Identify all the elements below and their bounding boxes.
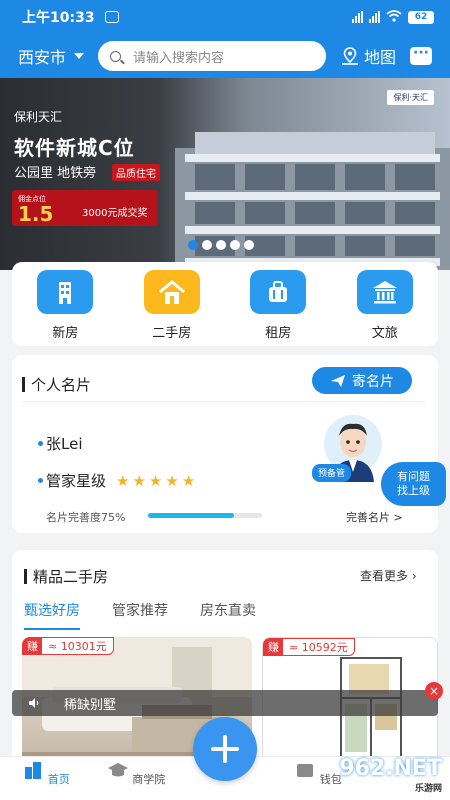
graduation-cap-icon: [107, 763, 128, 777]
progress-bar: [148, 513, 262, 518]
chevron-down-icon: [74, 53, 85, 59]
watermark-main: 962.NET: [339, 756, 442, 781]
ask-superior-button[interactable]: 有问题 找上级: [381, 462, 446, 506]
search-placeholder: 请输入搜索内容: [133, 50, 225, 66]
wifi-icon: [386, 9, 402, 25]
star-rating: ★ ★ ★ ★ ★: [116, 472, 195, 490]
message-icon[interactable]: [410, 45, 433, 65]
category-label: 文旅: [371, 326, 398, 341]
tab-home[interactable]: 首页: [16, 759, 76, 787]
category-second-hand[interactable]: 二手房: [132, 270, 212, 346]
banner-tag: 品质住宅: [112, 164, 160, 181]
toast-text: 稀缺别墅: [64, 697, 117, 713]
bullet-icon: [38, 478, 43, 483]
divider: [22, 401, 426, 402]
watermark: 962.NET 乐游网: [339, 756, 442, 794]
wallet-icon: [297, 764, 314, 777]
city-label: 西安市: [18, 48, 67, 67]
tab-academy[interactable]: 商学院: [106, 759, 166, 787]
clock: 上午10:33: [22, 10, 95, 26]
reserve-badge: 预备管: [312, 464, 352, 482]
carousel-dot[interactable]: [216, 240, 226, 250]
carousel-dot[interactable]: [188, 240, 198, 250]
star-icon: ★: [132, 471, 146, 490]
card-title: 个人名片: [22, 374, 91, 395]
carousel-dot[interactable]: [230, 240, 240, 250]
category-label: 租房: [265, 326, 292, 341]
map-pin-icon: [342, 47, 359, 65]
progress-label: 名片完善度75%: [46, 511, 126, 524]
watermark-sub: 乐游网: [414, 784, 442, 794]
tab-agent-recommend[interactable]: 管家推荐: [112, 600, 168, 630]
category-rent[interactable]: 租房: [238, 270, 318, 346]
battery-indicator: 62: [408, 10, 434, 24]
see-more-label: 查看更多: [360, 569, 409, 583]
listings-title: 精品二手房: [24, 566, 108, 587]
ask-line1: 有问题: [397, 470, 430, 483]
complete-card-link[interactable]: 完善名片 >: [346, 509, 403, 525]
price-value: ≈ 10592元: [289, 641, 348, 654]
promo-big: 1.5: [18, 202, 54, 226]
home-icon: [25, 762, 42, 779]
bullet-icon: [38, 441, 43, 446]
earn-tag: 赚: [264, 639, 283, 655]
category-grid: 新房 二手房 租房 文旅: [12, 262, 438, 346]
see-more-link[interactable]: 查看更多 ›: [360, 567, 417, 584]
send-card-label: 寄名片: [352, 373, 394, 390]
card-name: 张Lei: [46, 435, 83, 453]
progress-fill: [148, 513, 234, 518]
search-icon: [110, 50, 122, 62]
send-card-button[interactable]: 寄名片: [312, 367, 412, 394]
price-badge: 赚 ≈ 10592元: [263, 638, 355, 656]
carousel-dots[interactable]: [188, 240, 254, 250]
banner-logo: 保利·天汇: [387, 90, 434, 105]
star-icon: ★: [181, 471, 196, 490]
chevron-right-icon: ›: [411, 569, 417, 583]
star-icon: ★: [148, 471, 163, 490]
city-selector[interactable]: 西安市: [18, 44, 85, 68]
notification-icon: [104, 11, 119, 23]
category-label: 新房: [52, 326, 79, 341]
ask-line2: 找上级: [397, 484, 430, 497]
signal-icon: [352, 11, 363, 23]
banner-headline: 软件新城C位: [14, 136, 135, 160]
building-icon: [37, 270, 94, 314]
earn-tag: 赚: [23, 638, 42, 654]
card-level-row: 管家星级 ★ ★ ★ ★ ★: [38, 470, 195, 491]
map-label: 地图: [364, 48, 397, 67]
card-name-row: 张Lei: [38, 433, 83, 454]
category-new-house[interactable]: 新房: [25, 270, 105, 346]
carousel-dot[interactable]: [202, 240, 212, 250]
suitcase-icon: [250, 270, 307, 314]
listing-tabs: 甄选好房 管家推荐 房东直卖: [24, 600, 288, 630]
category-culture-travel[interactable]: 文旅: [345, 270, 425, 346]
temple-icon: [356, 270, 413, 314]
category-label: 二手房: [152, 326, 192, 341]
house-icon: [143, 270, 200, 314]
price-badge: 赚 ≈ 10301元: [22, 637, 114, 655]
tab-landlord-direct[interactable]: 房东直卖: [200, 600, 256, 630]
top-header: 西安市 请输入搜索内容 地图: [0, 34, 450, 78]
tab-label: 商学院: [132, 773, 166, 786]
banner-subtitle: 公园里 地铁旁: [14, 166, 97, 181]
carousel-dot[interactable]: [244, 240, 254, 250]
star-icon: ★: [116, 471, 130, 490]
promo-right: 3000元成交奖: [82, 208, 148, 219]
search-input[interactable]: 请输入搜索内容: [98, 41, 327, 71]
close-icon[interactable]: ×: [425, 682, 443, 700]
star-icon: ★: [165, 471, 179, 490]
banner-brand: 保利天汇: [14, 110, 63, 124]
send-icon: [331, 374, 345, 387]
banner-promo: 佣金点位 1.5 3000元成交奖: [12, 190, 158, 226]
status-bar: 上午10:33 62: [0, 0, 450, 34]
map-button[interactable]: 地图: [340, 44, 396, 68]
signal-icon-2: [369, 11, 380, 23]
price-value: ≈ 10301元: [48, 640, 107, 653]
tab-selected-homes[interactable]: 甄选好房: [24, 600, 80, 630]
audio-toast[interactable]: 稀缺别墅: [12, 690, 438, 716]
card-level-label: 管家星级: [46, 472, 107, 490]
add-button[interactable]: [193, 717, 257, 781]
tab-label: 首页: [47, 773, 70, 786]
speaker-icon: [29, 698, 39, 708]
